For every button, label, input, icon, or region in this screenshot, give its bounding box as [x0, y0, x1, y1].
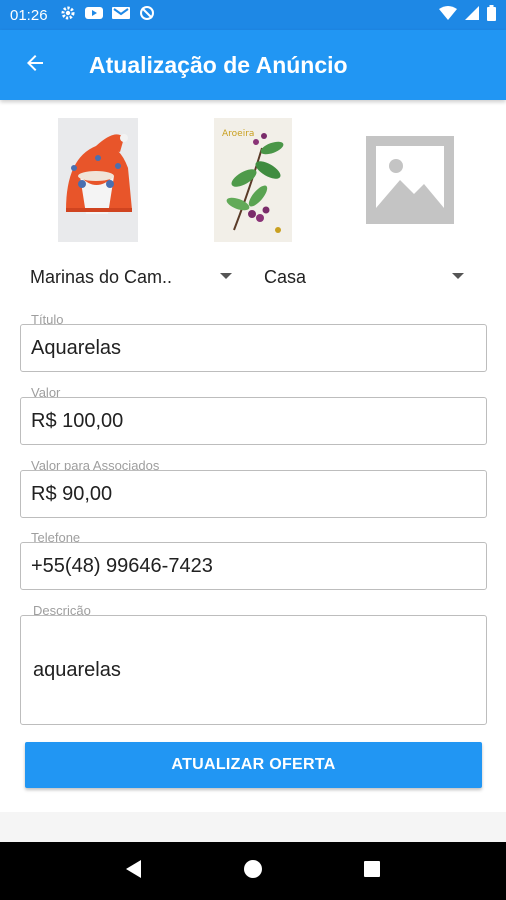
wifi-icon — [439, 6, 457, 24]
description-value: aquarelas — [33, 658, 121, 681]
status-time: 01:26 — [10, 6, 48, 24]
price-field[interactable]: R$ 100,00 — [20, 397, 487, 445]
chevron-down-icon — [452, 273, 464, 279]
back-button[interactable] — [0, 30, 70, 100]
youtube-icon — [84, 6, 103, 24]
phone-field[interactable]: +55(48) 99646-7423 — [20, 542, 487, 590]
content-bottom-area — [0, 812, 506, 842]
title-field[interactable]: Aquarelas — [20, 324, 487, 372]
home-circle-icon[interactable] — [242, 858, 264, 885]
price-value: R$ 100,00 — [31, 409, 124, 432]
signal-icon — [465, 6, 479, 24]
title-value: Aquarelas — [31, 336, 122, 359]
app-bar: Atualização de Anúncio — [0, 30, 506, 100]
svg-text:Aroeira: Aroeira — [222, 129, 254, 139]
category-dropdown-value: Casa — [264, 266, 307, 287]
image-placeholder-icon[interactable] — [348, 116, 472, 244]
flower-painting-photo[interactable]: Aroeira — [214, 116, 292, 244]
battery-icon — [487, 5, 496, 25]
santa-painting-photo[interactable] — [58, 116, 138, 244]
category-dropdown[interactable]: Casa — [264, 262, 464, 292]
gmail-icon — [111, 6, 130, 24]
recents-square-icon[interactable] — [361, 858, 383, 885]
page-title: Atualização de Anúncio — [89, 51, 348, 78]
arrow-left-icon — [23, 51, 47, 80]
phone-value: +55(48) 99646-7423 — [31, 554, 213, 577]
update-offer-button[interactable]: ATUALIZAR OFERTA — [25, 742, 482, 788]
description-field[interactable]: aquarelas — [20, 615, 487, 725]
image-gallery: Aroeira — [0, 116, 506, 244]
member-price-value: R$ 90,00 — [31, 482, 113, 505]
location-dropdown-value: Marinas do Cam.. — [30, 266, 173, 287]
system-nav-bar — [0, 842, 506, 900]
member-price-field[interactable]: R$ 90,00 — [20, 470, 487, 518]
no-sync-icon — [139, 5, 155, 25]
status-bar: 01:26 — [0, 0, 506, 30]
gear-icon — [60, 5, 76, 25]
location-dropdown[interactable]: Marinas do Cam.. — [30, 262, 232, 292]
back-triangle-icon[interactable] — [123, 858, 145, 885]
chevron-down-icon — [220, 273, 232, 279]
